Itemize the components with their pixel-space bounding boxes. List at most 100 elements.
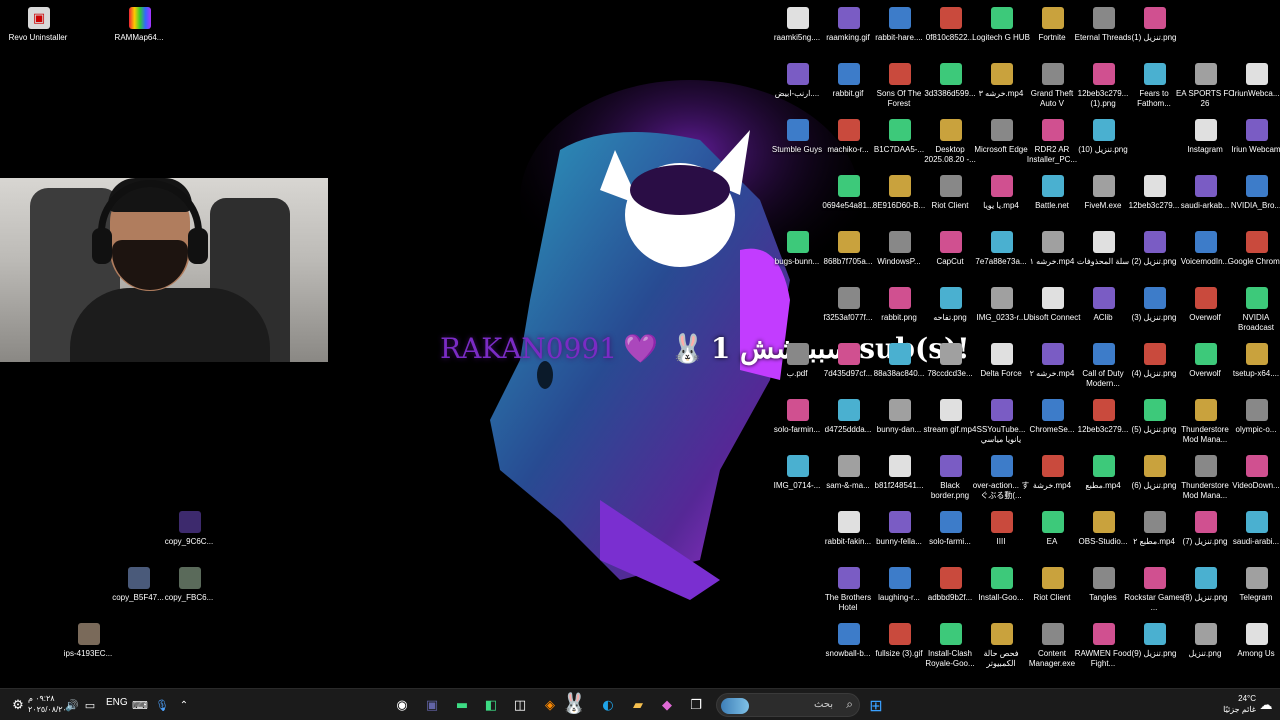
desktop-icon[interactable]: RAWMEN Food Fight... (1075, 620, 1132, 669)
file-icon (940, 7, 962, 29)
m365-icon[interactable]: ◈ (540, 695, 560, 715)
weather-widget[interactable]: 24°C غائم جزئيًا (1210, 693, 1256, 715)
desktop-icon[interactable]: Iriun Webcam (1229, 116, 1280, 155)
desktop-icon-rammap[interactable]: RAMMap64... (112, 4, 168, 43)
file-icon (1042, 623, 1064, 645)
file-icon (1144, 343, 1166, 365)
desktop-icon-revo-uninstaller[interactable]: ▣ Revo Uninstaller (9, 4, 67, 43)
file-icon (889, 119, 911, 141)
file-icon (1042, 287, 1064, 309)
file-icon (838, 623, 860, 645)
desktop-icon[interactable]: NVIDIA_Bro... (1229, 172, 1280, 211)
headphone-cup-right (188, 228, 208, 264)
desktop-icon[interactable]: Thunderstore Mod Mana... (1178, 396, 1234, 445)
file-icon (991, 7, 1013, 29)
file-icon (1246, 287, 1268, 309)
microphone-icon[interactable]: 🎙 (152, 695, 172, 715)
widgets-icon[interactable]: ◧ (481, 695, 501, 715)
file-icon (1246, 175, 1268, 197)
file-explorer-icon[interactable]: ▰ (628, 695, 648, 715)
desktop-icon[interactable]: Among Us (1229, 620, 1280, 659)
desktop-icon[interactable]: Desktop 2025.08.20 -... (923, 116, 979, 165)
streamer-body (70, 288, 270, 362)
store-icon[interactable]: ◫ (510, 695, 530, 715)
search-placeholder: بحث (813, 699, 833, 710)
file-icon (1195, 119, 1217, 141)
search-highlight-icon (721, 698, 749, 714)
desktop-icon[interactable]: Call of Duty Modern... (1076, 340, 1132, 389)
desktop-icon[interactable]: تنزيل (10).png (1076, 116, 1132, 155)
desktop-icon[interactable]: NVIDIA Broadcast (1229, 284, 1280, 333)
keyboard-icon[interactable]: ⌨ (130, 695, 150, 715)
file-icon (1144, 511, 1166, 533)
desktop-icon-copy-9c6c[interactable]: copy_9C6C... (162, 508, 218, 547)
desktop-icon[interactable]: SSYouTube... يانويا مياسي (974, 396, 1030, 445)
file-icon (940, 455, 962, 477)
file-icon (940, 399, 962, 421)
file-icon (1195, 567, 1217, 589)
file-icon (1093, 511, 1115, 533)
taskbar-clock[interactable]: ٠٩:٢٨ م ٢٠٢٥/٠٨/٢٠ (28, 693, 67, 715)
file-icon (787, 399, 809, 421)
file-icon (1144, 231, 1166, 253)
start-icon[interactable]: ⊞ (866, 695, 886, 715)
file-icon (1042, 231, 1064, 253)
desktop-icon[interactable]: EA SPORTS FC 26 (1176, 60, 1234, 109)
file-icon (991, 567, 1013, 589)
desktop-icon[interactable]: saudi-arabi... (1229, 508, 1280, 547)
file-icon (838, 455, 860, 477)
taskbar-search[interactable]: بحث ⌕ (716, 693, 860, 717)
weather-cloud-icon: ☁ (1259, 697, 1273, 713)
file-icon (940, 287, 962, 309)
file-icon (1144, 7, 1166, 29)
copilot-icon[interactable]: ◆ (657, 695, 677, 715)
weather-desc: غائم جزئيًا (1223, 705, 1256, 714)
desktop-icon[interactable]: RDR2 AR Installer_PC... (1025, 116, 1081, 165)
file-icon (991, 63, 1013, 85)
terminal-icon[interactable]: ▬ (452, 695, 472, 715)
file-icon (889, 175, 911, 197)
desktop-icon[interactable]: The Brothers Hotel (821, 564, 877, 613)
network-icon[interactable]: ▭ (80, 695, 100, 715)
desktop-icon[interactable]: olympic-o... (1229, 396, 1280, 435)
desktop-icon[interactable]: Thunderstore Mod Mana... (1178, 452, 1234, 501)
desktop-icon-ips-4193ec[interactable]: ips-4193EC... (61, 620, 117, 659)
file-icon (889, 511, 911, 533)
bunny-app-icon[interactable]: 🐰 (560, 689, 588, 717)
desktop-icon[interactable]: IriunWebca... (1229, 60, 1280, 99)
obs-icon[interactable]: ◉ (392, 695, 412, 715)
file-icon (787, 343, 809, 365)
weather-temp: 24°C (1238, 694, 1256, 703)
desktop-icon-copy-fbc6[interactable]: copy_FBC6... (162, 564, 218, 603)
desktop-icon[interactable]: تنزيل (1).png (1127, 4, 1183, 43)
file-icon (991, 287, 1013, 309)
file-icon (1195, 175, 1217, 197)
settings-icon[interactable]: ⚙ (8, 695, 28, 715)
desktop-icon[interactable]: Google Chrome (1228, 228, 1280, 267)
file-icon (787, 455, 809, 477)
file-icon (787, 119, 809, 141)
desktop-icon[interactable]: Sons Of The Forest (872, 60, 928, 109)
desktop-icon[interactable]: VideoDown... (1229, 452, 1280, 491)
desktop-icon[interactable]: Telegram (1229, 564, 1280, 603)
file-icon (1093, 63, 1115, 85)
teams-icon[interactable]: ▣ (422, 695, 442, 715)
task-view-icon[interactable]: ❐ (686, 695, 706, 715)
file-icon (1195, 511, 1217, 533)
file-icon (838, 7, 860, 29)
file-icon (1144, 567, 1166, 589)
chevron-up-icon[interactable]: ⌃ (174, 695, 194, 715)
file-icon (1042, 511, 1064, 533)
speaker-icon[interactable]: 🔊 (62, 695, 82, 715)
desktop-icon[interactable]: over-action... すぐぶる動(... (973, 452, 1030, 501)
file-icon (1093, 119, 1115, 141)
file-icon (1093, 623, 1115, 645)
language-indicator[interactable]: ENG (106, 697, 128, 708)
edge-icon[interactable]: ◐ (598, 695, 618, 715)
desktop-icon[interactable]: Rockstar Games ... (1124, 564, 1184, 613)
desktop-icon[interactable]: tsetup-x64.... (1229, 340, 1280, 379)
file-icon (889, 567, 911, 589)
file-icon (991, 119, 1013, 141)
file-icon (1042, 175, 1064, 197)
file-icon (940, 119, 962, 141)
